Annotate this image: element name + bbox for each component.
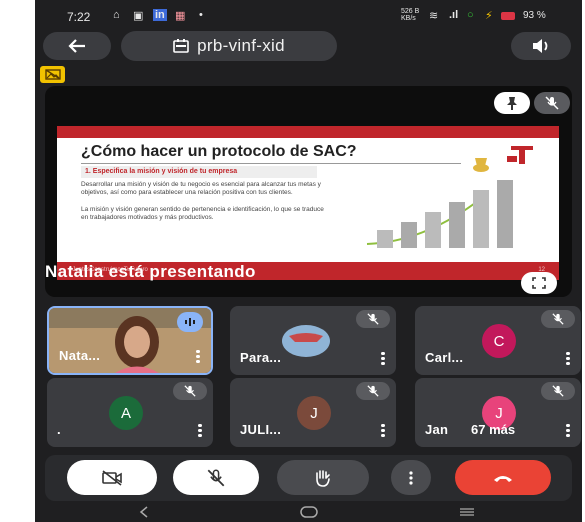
participant-more-button[interactable] bbox=[566, 424, 570, 438]
pin-icon bbox=[507, 97, 517, 110]
slide-title: ¿Cómo hacer un protocolo de SAC? bbox=[81, 143, 357, 160]
participant-muted-indicator bbox=[173, 382, 207, 400]
image-off-icon bbox=[44, 69, 61, 80]
fullscreen-button[interactable] bbox=[521, 272, 557, 294]
participant-name: JULI... bbox=[240, 422, 282, 437]
coin-stairs-illustration bbox=[366, 158, 513, 248]
participant-more-button[interactable] bbox=[381, 352, 385, 366]
presentation-mute-button[interactable] bbox=[534, 92, 570, 114]
hand-icon bbox=[316, 469, 330, 487]
leave-call-button[interactable] bbox=[455, 460, 551, 495]
participant-name: . bbox=[57, 422, 61, 437]
slide-subtitle: 1. Especifica la misión y visión de tu e… bbox=[81, 166, 317, 178]
battery-icon bbox=[501, 12, 515, 20]
presenter-caption: Natalia está presentando bbox=[45, 262, 256, 281]
participant-name: Jan bbox=[425, 422, 449, 437]
participant-more-button[interactable] bbox=[196, 350, 200, 364]
more-vert-icon bbox=[409, 470, 413, 485]
participant-tile[interactable]: C Carl... bbox=[415, 306, 581, 375]
participant-name: Nata... bbox=[59, 348, 101, 363]
participant-tile[interactable]: Para... bbox=[230, 306, 396, 375]
slide-paragraph-1: Desarrollar una misión y visión de tu ne… bbox=[81, 181, 321, 196]
back-arrow-icon bbox=[68, 39, 85, 53]
audio-output-button[interactable] bbox=[511, 32, 571, 60]
audio-level-icon bbox=[185, 318, 195, 326]
slide-top-band bbox=[57, 126, 559, 138]
participant-name: Carl... bbox=[425, 350, 464, 365]
pin-button[interactable] bbox=[494, 92, 530, 114]
meeting-code: prb-vinf-xid bbox=[197, 36, 285, 55]
speaking-indicator bbox=[177, 312, 203, 332]
participant-avatar: C bbox=[482, 324, 516, 358]
nav-back-icon[interactable] bbox=[139, 506, 149, 518]
mic-off-icon bbox=[552, 313, 564, 325]
slide-paragraph-2: La misión y visión generan sentido de pe… bbox=[81, 206, 324, 221]
speaker-icon bbox=[533, 39, 548, 53]
status-time: 7:22 bbox=[67, 10, 91, 24]
participant-avatar: J bbox=[297, 396, 331, 430]
shared-slide: ¿Cómo hacer un protocolo de SAC? 1. Espe… bbox=[57, 126, 559, 280]
mic-off-icon bbox=[207, 469, 225, 486]
participant-more-button[interactable] bbox=[198, 424, 202, 438]
camera-off-icon bbox=[102, 469, 122, 486]
network-speed: 526 B KB/s bbox=[401, 8, 420, 22]
meeting-code-pill[interactable]: prb-vinf-xid bbox=[121, 31, 337, 61]
participant-muted-indicator bbox=[541, 310, 575, 328]
participant-tile[interactable]: A . bbox=[47, 378, 213, 447]
mic-off-icon bbox=[552, 385, 564, 397]
notification-icon: ⌂ bbox=[113, 9, 120, 21]
battery-saver-icon: ⚡ bbox=[485, 10, 493, 22]
overflow-count: 67 más bbox=[471, 422, 516, 437]
photo-notification-icon: ▣ bbox=[133, 10, 144, 22]
participant-photo bbox=[282, 325, 330, 357]
participant-muted-indicator bbox=[541, 382, 575, 400]
call-controls bbox=[45, 455, 572, 501]
overflow-participants-tile[interactable]: J Jan 67 más bbox=[415, 378, 581, 447]
status-bar: 7:22 ⌂ ▣ in ▦ • 526 B KB/s ≋ .ıl ○ ⚡ 93 … bbox=[35, 0, 582, 30]
participant-tile[interactable]: Nata... bbox=[47, 306, 213, 375]
signal-icon: .ıl bbox=[449, 9, 459, 21]
participant-name: Para... bbox=[240, 350, 282, 365]
back-button[interactable] bbox=[43, 32, 111, 60]
mic-off-icon bbox=[184, 385, 196, 397]
hang-up-icon bbox=[494, 475, 512, 482]
wifi-icon: ≋ bbox=[429, 10, 439, 22]
system-nav-bar bbox=[35, 502, 582, 522]
mic-toggle-button[interactable] bbox=[173, 460, 259, 495]
camera-off-badge[interactable] bbox=[40, 66, 65, 83]
nav-home-icon[interactable] bbox=[300, 506, 318, 518]
calendar-icon bbox=[173, 39, 189, 53]
mic-off-icon bbox=[367, 313, 379, 325]
linkedin-icon: in bbox=[153, 9, 167, 21]
participant-more-button[interactable] bbox=[566, 352, 570, 366]
app-notification-icon: ▦ bbox=[175, 10, 186, 22]
dot-icon: • bbox=[199, 9, 203, 21]
battery-percent: 93 % bbox=[523, 10, 546, 21]
participant-muted-indicator bbox=[356, 382, 390, 400]
more-options-button[interactable] bbox=[391, 460, 431, 495]
fullscreen-icon bbox=[532, 277, 546, 289]
participant-muted-indicator bbox=[356, 310, 390, 328]
participant-avatar: A bbox=[109, 396, 143, 430]
camera-toggle-button[interactable] bbox=[67, 460, 157, 495]
ring-icon: ○ bbox=[467, 9, 474, 21]
raise-hand-button[interactable] bbox=[277, 460, 369, 495]
participant-more-button[interactable] bbox=[381, 424, 385, 438]
mic-off-icon bbox=[367, 385, 379, 397]
meet-app: 7:22 ⌂ ▣ in ▦ • 526 B KB/s ≋ .ıl ○ ⚡ 93 … bbox=[35, 0, 582, 522]
mic-off-icon bbox=[545, 96, 559, 110]
participant-tile[interactable]: J JULI... bbox=[230, 378, 396, 447]
nav-recents-icon[interactable] bbox=[459, 507, 475, 517]
